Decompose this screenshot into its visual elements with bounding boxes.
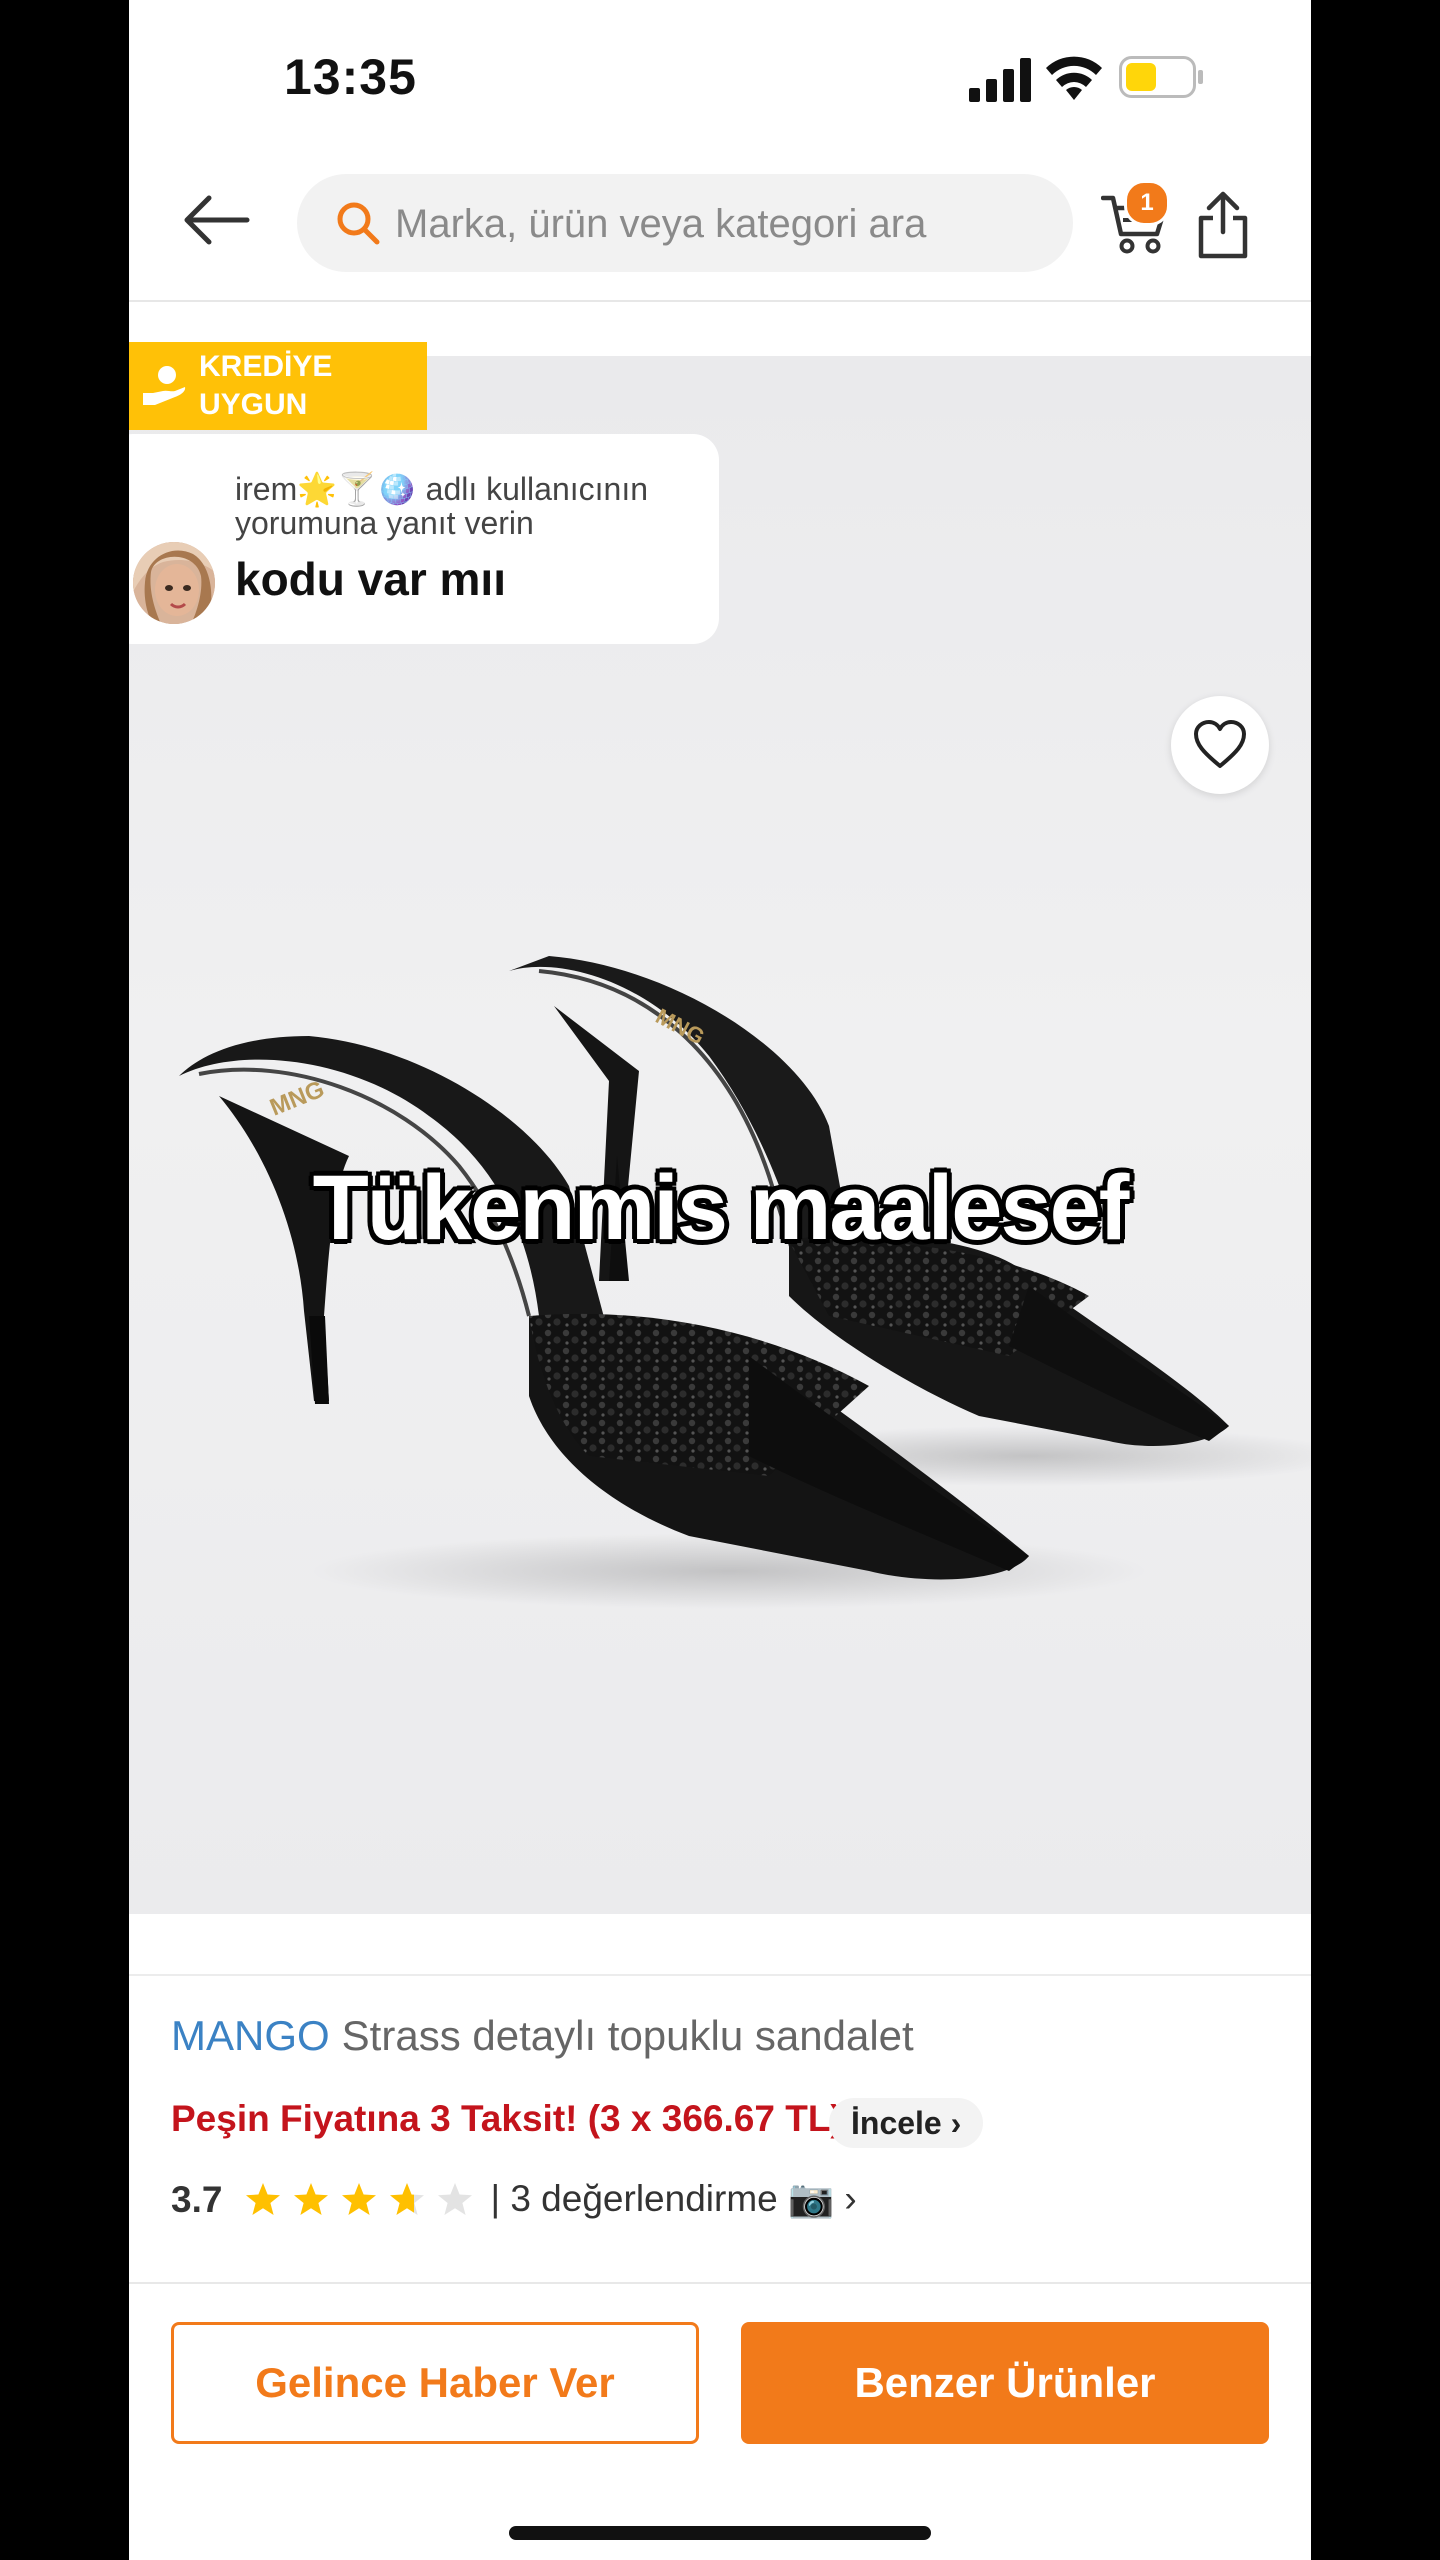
cellular-signal-icon — [969, 58, 1031, 102]
star-icon — [342, 2182, 377, 2215]
search-input[interactable] — [393, 174, 1047, 274]
shoe-logo-front: MNG — [266, 1076, 328, 1122]
heart-icon — [1194, 720, 1246, 768]
rating-score: 3.7 — [171, 2178, 223, 2220]
rating-row: 3.7 | 3 değerlendirme 📷 › — [171, 2178, 857, 2221]
reply-text: kodu var mıı — [235, 553, 506, 605]
star-icon — [390, 2182, 425, 2215]
favorite-button[interactable] — [1171, 696, 1269, 794]
header-divider — [129, 300, 1311, 302]
cart-count-badge: 1 — [1124, 180, 1170, 226]
share-icon[interactable] — [1195, 190, 1251, 260]
similar-products-button[interactable]: Benzer Ürünler — [741, 2322, 1269, 2444]
star-icon — [246, 2182, 281, 2215]
star-icon — [438, 2182, 473, 2215]
credit-badge: KREDİYE UYGUN — [129, 342, 427, 430]
product-brand[interactable]: MANGO — [171, 2012, 330, 2059]
rating-stars — [244, 2181, 474, 2219]
section-divider — [129, 1974, 1311, 1976]
avatar — [133, 542, 215, 624]
product-name: Strass detaylı topuklu sandalet — [341, 2012, 914, 2059]
reply-meta: irem🌟🍸🪩 adlı kullanıcının yorumuna yanıt… — [235, 471, 648, 541]
product-title: MANGO Strass detaylı topuklu sandalet — [171, 2012, 914, 2060]
incele-button[interactable]: İncele › — [829, 2098, 984, 2148]
back-arrow-icon[interactable] — [179, 190, 253, 250]
screen: 13:35 1 — [129, 0, 1311, 2560]
installment-text: Peşin Fiyatına 3 Taksit! (3 x 366.67 TL) — [171, 2098, 843, 2139]
notify-me-button[interactable]: Gelince Haber Ver — [171, 2322, 699, 2444]
credit-badge-label: KREDİYE UYGUN — [199, 350, 333, 421]
status-time: 13:35 — [284, 49, 417, 105]
review-count-link[interactable]: | 3 değerlendirme 📷 › — [490, 2178, 856, 2221]
search-icon — [337, 202, 380, 245]
search-bar[interactable] — [297, 174, 1073, 274]
reply-bubble: irem🌟🍸🪩 adlı kullanıcının yorumuna yanıt… — [129, 434, 719, 644]
home-indicator — [509, 2526, 931, 2540]
bottom-action-bar: Gelince Haber Ver Benzer Ürünler — [129, 2282, 1311, 2560]
star-icon — [294, 2182, 329, 2215]
wifi-icon — [1046, 56, 1102, 100]
overlay-caption: Tükenmis maalesef — [312, 1157, 1130, 1259]
hand-coin-icon — [143, 366, 186, 405]
battery-icon — [1119, 56, 1203, 98]
